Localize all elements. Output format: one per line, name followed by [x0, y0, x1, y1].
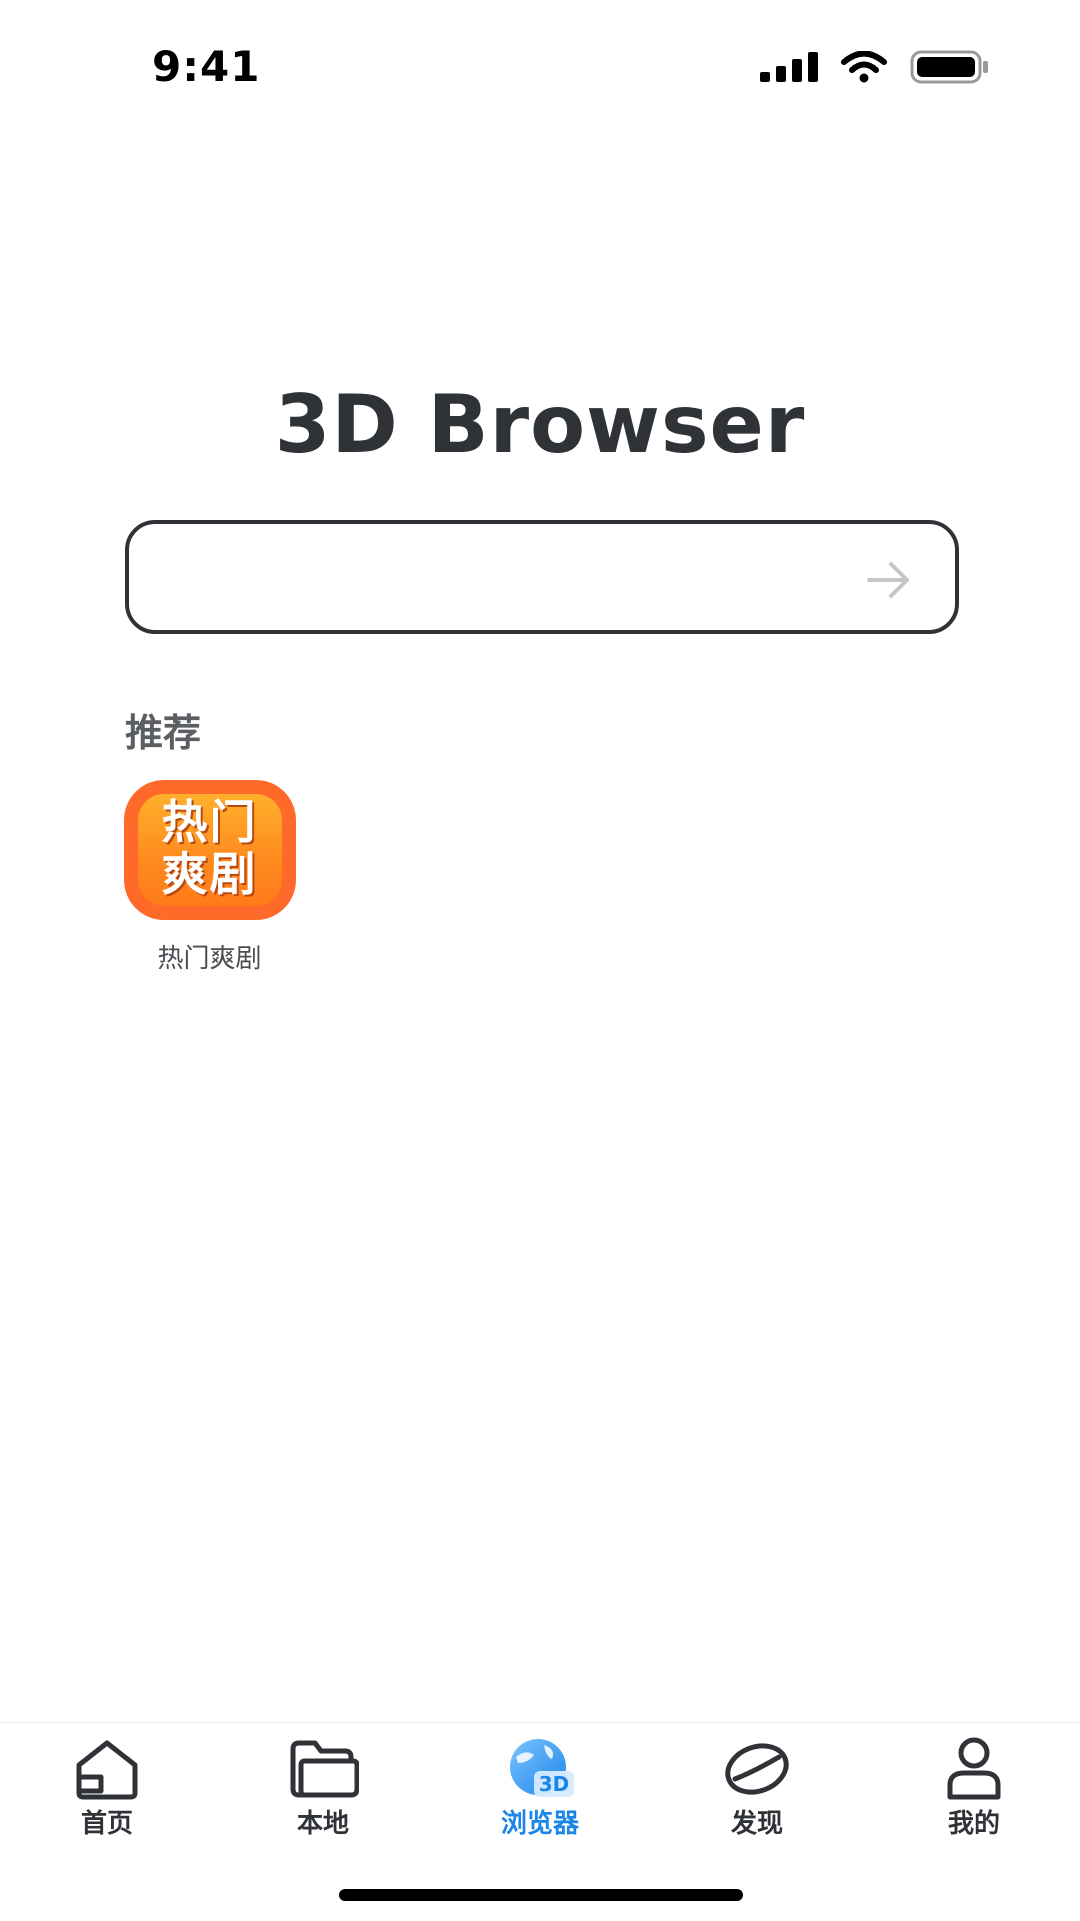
tab-browser[interactable]: 3D 浏览器	[465, 1735, 615, 1840]
recommend-section-title: 推荐	[125, 711, 202, 755]
search-input[interactable]	[157, 546, 861, 612]
wifi-icon	[841, 51, 887, 83]
tab-discover[interactable]: 发现	[682, 1735, 832, 1840]
recommend-item-hot-drama[interactable]: 热门 爽剧 热门爽剧	[122, 780, 297, 975]
planet-icon	[725, 1743, 789, 1795]
cellular-signal-icon	[760, 52, 818, 82]
arrow-right-icon[interactable]	[861, 552, 917, 608]
status-icons	[738, 50, 990, 84]
tab-profile[interactable]: 我的	[899, 1735, 1049, 1840]
folder-icon	[290, 1740, 359, 1798]
browser-3d-icon: 3D	[510, 1739, 574, 1797]
tab-home[interactable]: 首页	[32, 1735, 182, 1840]
svg-text:3D: 3D	[539, 1772, 570, 1796]
status-bar: 9:41	[0, 0, 1080, 130]
user-icon	[947, 1737, 1001, 1800]
recommend-item-label: 热门爽剧	[157, 944, 262, 974]
hot-drama-app-icon[interactable]: 热门 爽剧	[123, 780, 296, 920]
hot-drama-app-icon-lettering: 热门 爽剧	[161, 795, 258, 901]
tab-discover-label: 发现	[730, 1809, 783, 1839]
tab-profile-label: 我的	[947, 1809, 1000, 1839]
status-time: 9:41	[152, 42, 261, 91]
home-icon	[76, 1740, 138, 1800]
app-title: 3D Browser	[274, 378, 806, 471]
home-indicator[interactable]	[339, 1889, 743, 1901]
battery-icon	[910, 50, 988, 84]
tab-browser-label: 浏览器	[500, 1809, 579, 1839]
tab-local-label: 本地	[296, 1809, 349, 1839]
tab-home-label: 首页	[80, 1809, 133, 1839]
search-box[interactable]	[125, 520, 959, 634]
tab-local[interactable]: 本地	[248, 1735, 398, 1840]
